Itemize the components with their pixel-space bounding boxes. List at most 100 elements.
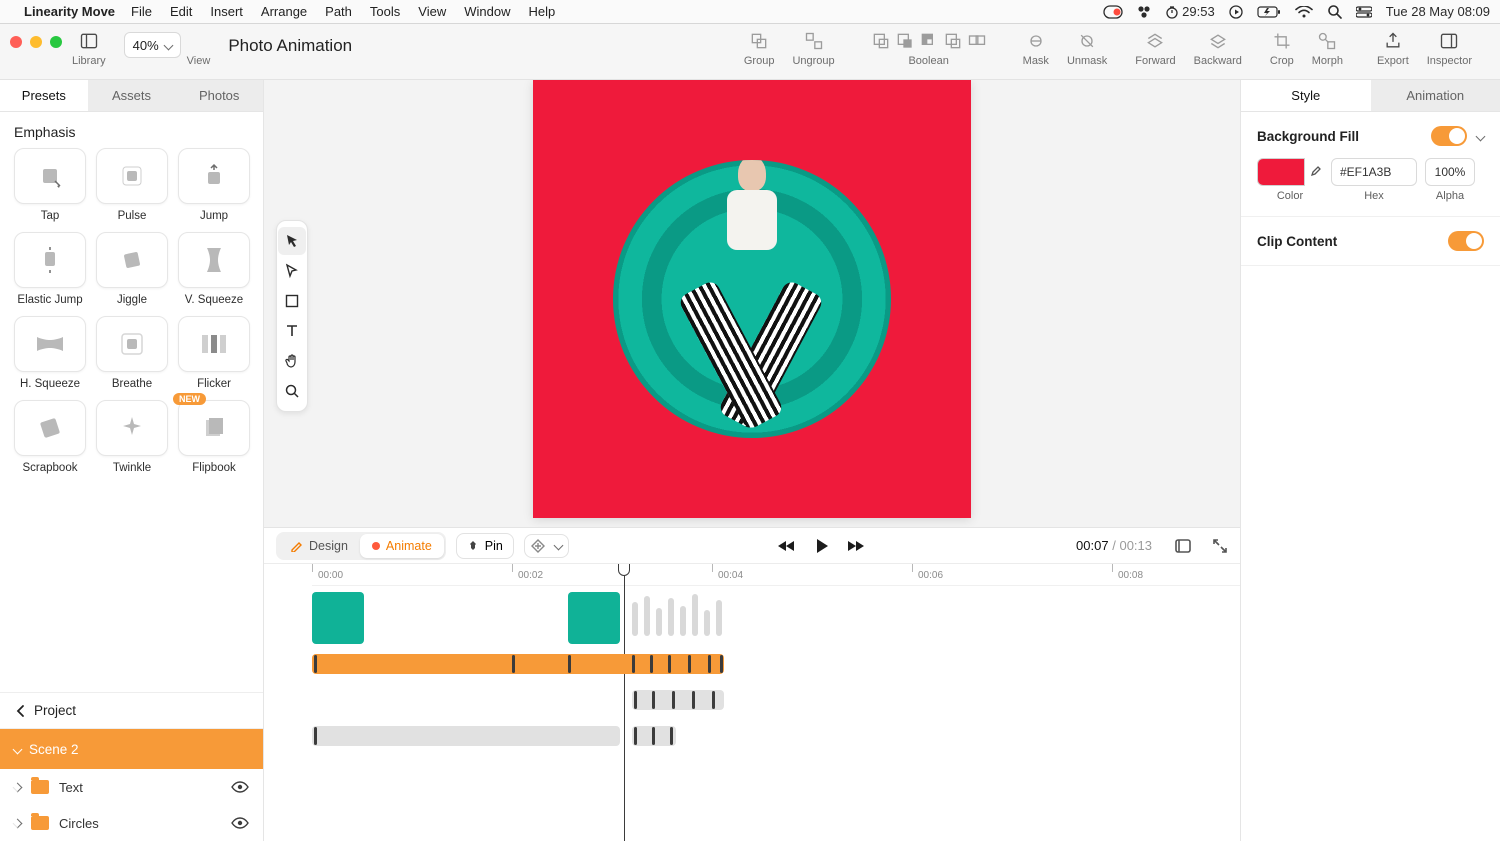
preset-hsqueeze[interactable]: H. Squeeze [14, 316, 86, 390]
keyframe-thumb[interactable] [312, 592, 364, 644]
menu-tools[interactable]: Tools [370, 4, 400, 19]
battery-icon[interactable] [1257, 6, 1281, 18]
add-keyframe-button[interactable] [524, 534, 569, 558]
play-icon[interactable] [1229, 5, 1243, 19]
preset-scrapbook[interactable]: Scrapbook [14, 400, 86, 474]
visibility-icon[interactable] [231, 781, 249, 793]
project-label: Project [34, 703, 76, 718]
ungroup-button[interactable]: Ungroup [792, 30, 834, 67]
play-button[interactable] [815, 538, 829, 554]
menu-file[interactable]: File [131, 4, 152, 19]
menu-path[interactable]: Path [325, 4, 352, 19]
figma-icon[interactable] [1137, 5, 1151, 19]
macos-menubar: Linearity Move File Edit Insert Arrange … [0, 0, 1500, 24]
preset-breathe[interactable]: Breathe [96, 316, 168, 390]
backward-button[interactable]: Backward [1194, 30, 1242, 67]
keyframe-thumb[interactable] [568, 592, 620, 644]
timer-icon[interactable]: 29:53 [1165, 4, 1215, 19]
wifi-icon[interactable] [1295, 6, 1313, 18]
close-window-button[interactable] [10, 36, 22, 48]
export-button[interactable]: Export [1377, 30, 1409, 67]
group-button[interactable]: Group [744, 30, 775, 67]
spotlight-icon[interactable] [1327, 4, 1342, 19]
visibility-icon[interactable] [231, 817, 249, 829]
scene-clip[interactable] [312, 654, 724, 674]
eyedropper-button[interactable] [1304, 158, 1324, 186]
animate-mode-button[interactable]: Animate [360, 534, 444, 558]
preset-flipbook[interactable]: NEWFlipbook [178, 400, 250, 474]
preset-flicker[interactable]: Flicker [178, 316, 250, 390]
menu-window[interactable]: Window [464, 4, 510, 19]
hand-tool[interactable] [278, 347, 306, 375]
clip-track-scene[interactable] [312, 654, 1240, 680]
unmask-button[interactable]: Unmask [1067, 30, 1107, 67]
hex-input[interactable] [1331, 158, 1417, 186]
mode-segment: Design Animate [276, 532, 446, 560]
alpha-input[interactable] [1425, 158, 1475, 186]
app-name[interactable]: Linearity Move [24, 4, 115, 19]
menu-help[interactable]: Help [528, 4, 555, 19]
zoom-select[interactable]: 40% [124, 32, 181, 58]
preset-tap[interactable]: Tap [14, 148, 86, 222]
tab-assets[interactable]: Assets [88, 80, 176, 111]
library-toggle[interactable]: Library [72, 30, 106, 67]
tab-style[interactable]: Style [1241, 80, 1371, 111]
chevron-down-icon [13, 744, 23, 754]
preset-twinkle[interactable]: Twinkle [96, 400, 168, 474]
scene-header[interactable]: Scene 2 [0, 729, 263, 769]
loop-region-icon[interactable] [1174, 538, 1192, 554]
bgfill-section: Background Fill Color Hex [1241, 112, 1500, 217]
preset-vsqueeze[interactable]: V. Squeeze [178, 232, 250, 306]
controlcenter-icon[interactable] [1356, 6, 1372, 18]
project-back-button[interactable]: Project [14, 703, 76, 718]
artboard[interactable] [533, 80, 971, 518]
bgfill-toggle[interactable] [1431, 126, 1467, 146]
timeline-ruler[interactable]: 00:00 00:02 00:04 00:06 00:08 [312, 564, 1240, 586]
clipcontent-toggle[interactable] [1448, 231, 1484, 251]
preset-jiggle[interactable]: Jiggle [96, 232, 168, 306]
inspector-toggle[interactable]: Inspector [1427, 30, 1472, 67]
zoom-tool[interactable] [278, 377, 306, 405]
canvas-viewport[interactable] [264, 80, 1240, 527]
keyframe-track[interactable] [312, 592, 1240, 646]
menu-arrange[interactable]: Arrange [261, 4, 307, 19]
crop-button[interactable]: Crop [1270, 30, 1294, 67]
menu-view[interactable]: View [418, 4, 446, 19]
morph-button[interactable]: Morph [1312, 30, 1343, 67]
screenrec-icon[interactable] [1103, 5, 1123, 19]
menu-edit[interactable]: Edit [170, 4, 192, 19]
boolean-button[interactable]: Boolean [871, 30, 987, 67]
mask-button[interactable]: Mask [1023, 30, 1049, 67]
rewind-button[interactable] [777, 539, 797, 553]
shape-tool[interactable] [278, 287, 306, 315]
clock[interactable]: Tue 28 May 08:09 [1386, 4, 1490, 19]
tab-animation[interactable]: Animation [1371, 80, 1500, 111]
minimize-window-button[interactable] [30, 36, 42, 48]
clip-track-circles[interactable] [312, 726, 1240, 752]
clip-track-text[interactable] [312, 690, 1240, 716]
fullscreen-icon[interactable] [1212, 538, 1228, 554]
circles-clip[interactable] [312, 726, 620, 746]
preset-jump[interactable]: Jump [178, 148, 250, 222]
menu-insert[interactable]: Insert [210, 4, 243, 19]
text-clip[interactable] [632, 690, 724, 710]
design-mode-button[interactable]: Design [278, 534, 360, 558]
text-tool[interactable] [278, 317, 306, 345]
maximize-window-button[interactable] [50, 36, 62, 48]
preset-pulse[interactable]: Pulse [96, 148, 168, 222]
timeline[interactable]: 00:00 00:02 00:04 00:06 00:08 [264, 563, 1240, 841]
preset-elastic-jump[interactable]: Elastic Jump [14, 232, 86, 306]
pin-button[interactable]: Pin [456, 533, 514, 559]
node-tool[interactable] [278, 257, 306, 285]
tab-photos[interactable]: Photos [175, 80, 263, 111]
forward-button[interactable]: Forward [1135, 30, 1175, 67]
forward-button[interactable] [847, 539, 867, 553]
layer-circles[interactable]: Circles [0, 805, 263, 841]
photo-circle[interactable] [613, 160, 891, 438]
select-tool[interactable] [278, 227, 306, 255]
circles-clip-2[interactable] [632, 726, 676, 746]
view-toggle[interactable]: View [187, 30, 211, 67]
chevron-down-icon[interactable] [1476, 131, 1486, 141]
tab-presets[interactable]: Presets [0, 80, 88, 111]
layer-text[interactable]: Text [0, 769, 263, 805]
